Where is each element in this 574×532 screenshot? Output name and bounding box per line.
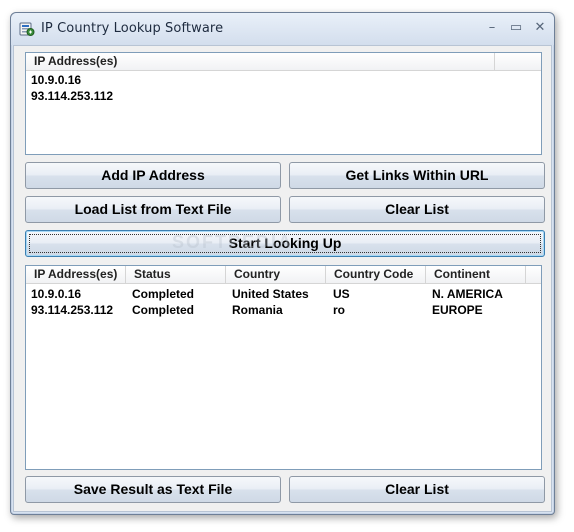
cell-country-code: ro: [333, 303, 345, 317]
title-bar[interactable]: IP Country Lookup Software – ▭ ✕: [11, 13, 554, 45]
add-ip-address-button[interactable]: Add IP Address: [25, 162, 281, 189]
client-area: IP Address(es) 10.9.0.16 93.114.253.112 …: [13, 45, 552, 512]
column-header-status[interactable]: Status: [126, 266, 226, 283]
clear-list-bottom-button[interactable]: Clear List: [289, 476, 545, 503]
maximize-icon: ▭: [509, 20, 523, 35]
list-item[interactable]: 93.114.253.112: [26, 88, 541, 104]
ip-item: 10.9.0.16: [31, 73, 82, 87]
table-row[interactable]: 93.114.253.112 Completed Romania ro EURO…: [26, 302, 541, 318]
start-looking-up-label: Start Looking Up: [228, 235, 342, 251]
ip-list-header: IP Address(es): [26, 53, 541, 71]
cell-country: Romania: [232, 303, 283, 317]
maximize-button[interactable]: ▭: [505, 19, 527, 37]
cell-ip: 93.114.253.112: [31, 303, 114, 317]
results-list[interactable]: IP Address(es) Status Country Country Co…: [25, 265, 542, 470]
start-looking-up-button[interactable]: Start Looking Up: [25, 230, 545, 257]
app-window: IP Country Lookup Software – ▭ ✕ IP Addr…: [10, 12, 555, 515]
cell-continent: EUROPE: [432, 303, 483, 317]
cell-country-code: US: [333, 287, 350, 301]
app-icon: [19, 21, 35, 37]
cell-ip: 10.9.0.16: [31, 287, 82, 301]
table-row[interactable]: 10.9.0.16 Completed United States US N. …: [26, 286, 541, 302]
save-result-as-text-file-button[interactable]: Save Result as Text File: [25, 476, 281, 503]
window-title: IP Country Lookup Software: [41, 21, 224, 36]
ip-list-column-header[interactable]: IP Address(es): [26, 53, 495, 70]
column-header-country-code[interactable]: Country Code: [326, 266, 426, 283]
load-list-from-text-file-button[interactable]: Load List from Text File: [25, 196, 281, 223]
column-header-country[interactable]: Country: [226, 266, 326, 283]
get-links-within-url-button[interactable]: Get Links Within URL: [289, 162, 545, 189]
minimize-icon: –: [488, 20, 496, 35]
ip-item: 93.114.253.112: [31, 89, 114, 103]
column-header-ip[interactable]: IP Address(es): [26, 266, 126, 283]
cell-continent: N. AMERICA: [432, 287, 503, 301]
ip-list-empty-column: [495, 53, 541, 70]
results-header: IP Address(es) Status Country Country Co…: [26, 266, 541, 284]
close-icon: ✕: [534, 20, 546, 35]
ip-address-list[interactable]: IP Address(es) 10.9.0.16 93.114.253.112: [25, 52, 542, 155]
clear-list-top-button[interactable]: Clear List: [289, 196, 545, 223]
column-header-continent[interactable]: Continent: [426, 266, 526, 283]
minimize-button[interactable]: –: [481, 19, 503, 37]
cell-status: Completed: [132, 287, 195, 301]
cell-country: United States: [232, 287, 309, 301]
list-item[interactable]: 10.9.0.16: [26, 72, 541, 88]
close-button[interactable]: ✕: [529, 19, 551, 37]
cell-status: Completed: [132, 303, 195, 317]
